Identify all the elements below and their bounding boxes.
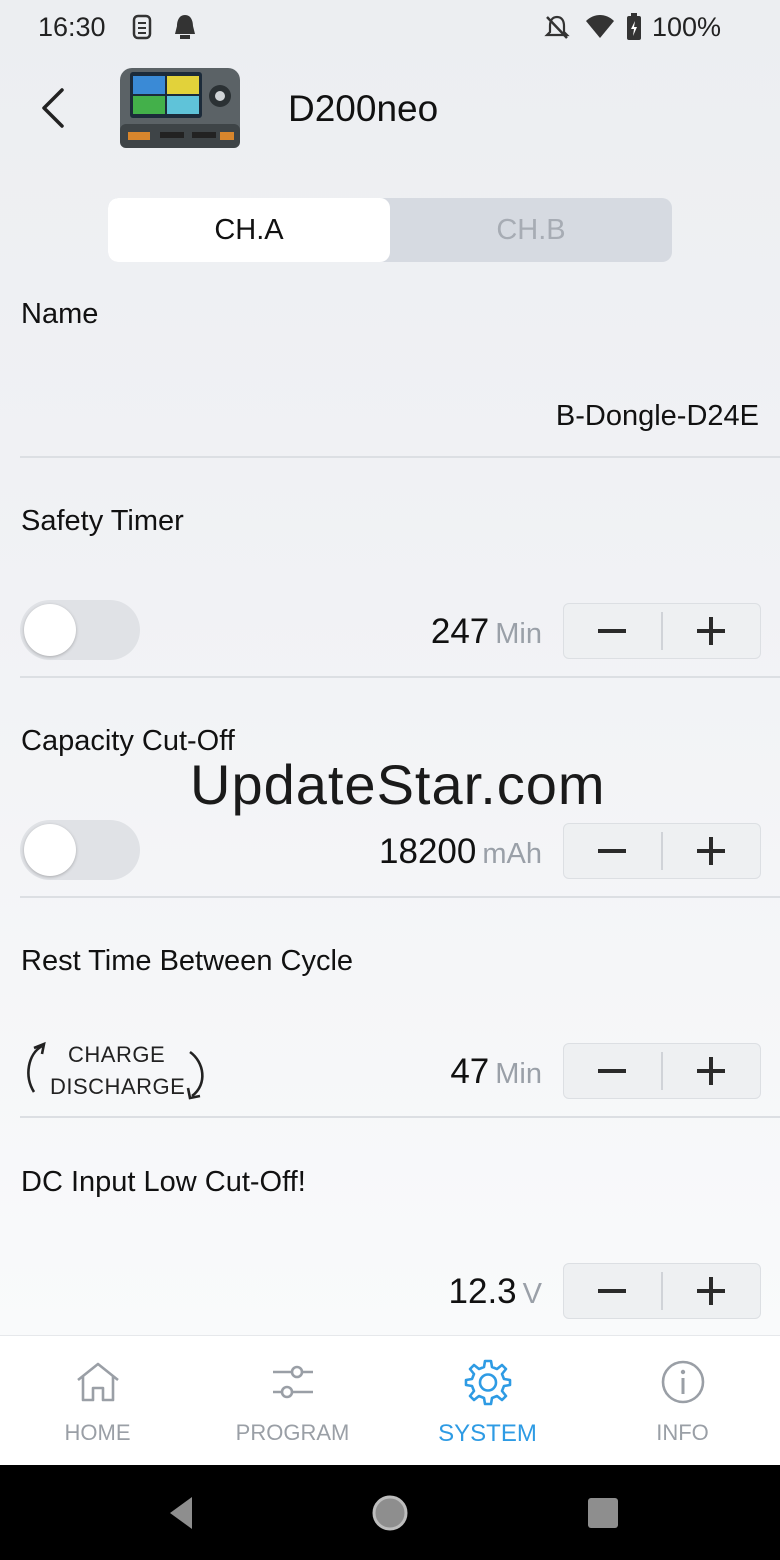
capacity-cutoff-value: 18200 mAh [379,832,542,872]
system-back-button[interactable] [160,1485,216,1541]
nav-home-label: HOME [64,1420,131,1445]
wifi-icon [584,12,614,42]
divider [20,456,780,458]
notification-app-icon [170,12,200,42]
safety-timer-unit: Min [495,618,542,650]
cycle-discharge-label: DISCHARGE [50,1074,186,1099]
rest-time-unit: Min [495,1058,542,1090]
cycle-charge-label: CHARGE [68,1042,166,1067]
dc-input-unit: V [522,1278,542,1310]
name-label: Name [21,298,99,330]
sliders-icon [273,1365,313,1399]
safety-timer-increment-button[interactable] [663,604,760,658]
nav-system[interactable]: SYSTEM [390,1336,585,1466]
safety-timer-stepper [563,603,761,659]
system-home-button[interactable] [362,1485,418,1541]
nav-program[interactable]: PROGRAM [195,1336,390,1466]
divider [20,676,780,678]
dc-input-label: DC Input Low Cut-Off! [21,1166,306,1198]
dc-input-increment-button[interactable] [663,1264,760,1318]
square-recents-icon [588,1498,618,1528]
charge-discharge-cycle: CHARGE DISCHARGE [20,1040,220,1104]
notifications-off-icon [542,12,572,42]
toggle-knob [24,824,76,876]
bottom-nav: HOME PROGRAM SYSTEM INFO [0,1335,780,1466]
rest-time-label: Rest Time Between Cycle [21,945,354,977]
safety-timer-value: 247 Min [431,612,542,652]
minus-icon [598,1069,626,1073]
system-nav-bar [0,1465,780,1560]
battery-percent: 100% [652,12,722,42]
rest-time-increment-button[interactable] [663,1044,760,1098]
home-icon [77,1362,119,1402]
info-icon [661,1360,705,1404]
nav-info-label: INFO [656,1420,709,1445]
rest-time-stepper [563,1043,761,1099]
capacity-cutoff-number: 18200 [379,832,477,871]
tab-ch-a[interactable]: CH.A [108,198,390,262]
nav-home[interactable]: HOME [0,1336,195,1466]
settings-page: 16:30 100% D200neo CH.A CH.B Name B-Dong… [0,0,780,1335]
gear-icon [464,1359,512,1406]
capacity-cutoff-decrement-button[interactable] [564,824,661,878]
rest-time-number: 47 [450,1052,490,1091]
device-title: D200neo [288,88,439,129]
back-button[interactable] [34,84,74,132]
status-time: 16:30 [38,12,106,42]
minus-icon [598,629,626,633]
status-bar: 16:30 100% [0,0,780,56]
nav-info[interactable]: INFO [585,1336,780,1466]
dc-input-stepper [563,1263,761,1319]
sim-icon [128,12,158,42]
rest-time-decrement-button[interactable] [564,1044,661,1098]
minus-icon [598,1289,626,1293]
capacity-cutoff-unit: mAh [482,838,542,870]
chevron-left-icon [42,88,64,128]
circle-home-icon [372,1495,408,1531]
capacity-cutoff-increment-button[interactable] [663,824,760,878]
divider [20,1116,780,1118]
dc-input-decrement-button[interactable] [564,1264,661,1318]
battery-icon [624,12,646,42]
name-value[interactable]: B-Dongle-D24E [556,400,759,433]
safety-timer-decrement-button[interactable] [564,604,661,658]
safety-timer-number: 247 [430,612,490,651]
dc-input-value: 12.3 V [449,1272,542,1312]
divider [20,896,780,898]
capacity-cutoff-toggle[interactable] [20,820,140,880]
channel-tabs: CH.A CH.B [108,198,672,262]
minus-icon [598,849,626,853]
safety-timer-label: Safety Timer [21,505,184,537]
rest-time-value: 47 Min [450,1052,542,1092]
device-image [116,62,244,154]
nav-system-label: SYSTEM [438,1420,537,1447]
dc-input-number: 12.3 [448,1272,517,1311]
safety-timer-toggle[interactable] [20,600,140,660]
tab-ch-b[interactable]: CH.B [390,198,672,262]
nav-program-label: PROGRAM [235,1420,350,1445]
watermark-text: UpdateStar.com [190,753,606,816]
triangle-back-icon [170,1497,192,1529]
capacity-cutoff-stepper [563,823,761,879]
system-recents-button[interactable] [574,1485,630,1541]
toggle-knob [24,604,76,656]
